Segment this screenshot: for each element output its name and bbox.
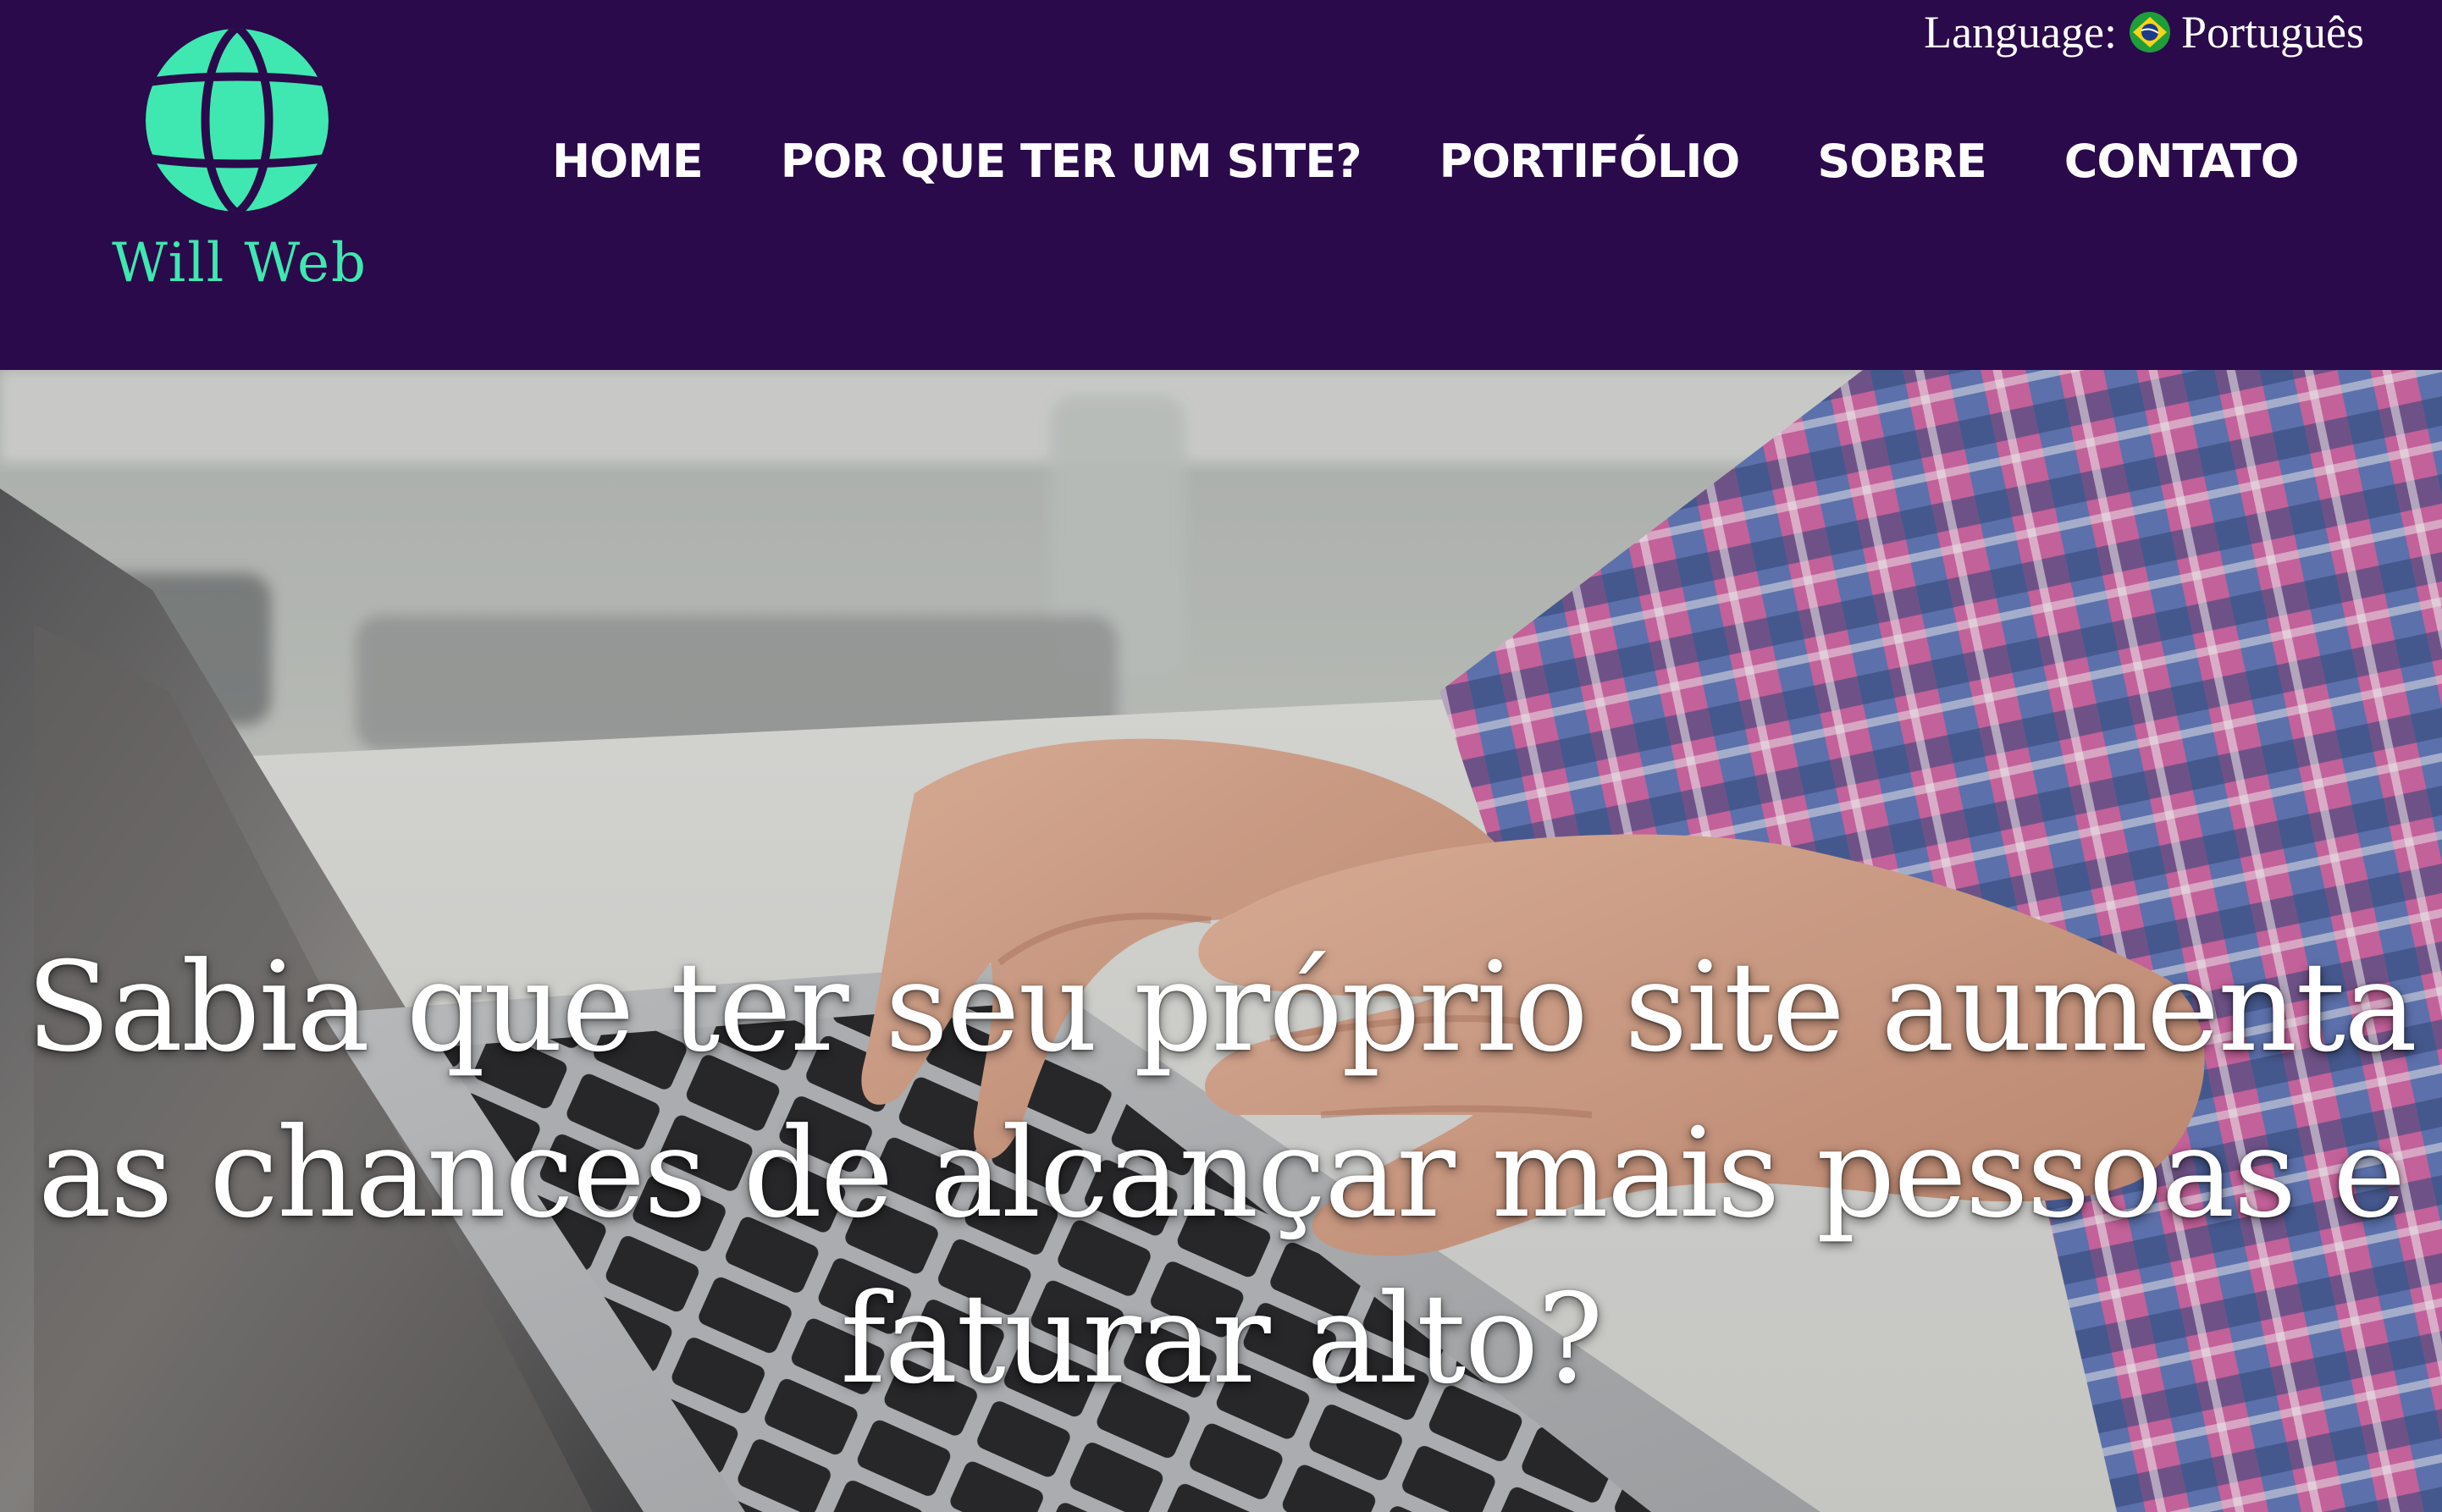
language-label: Language:	[1924, 7, 2117, 58]
language-switcher: Language: Português	[1924, 5, 2364, 59]
language-select[interactable]: Português	[2129, 6, 2364, 58]
nav-why-site[interactable]: POR QUE TER UM SITE?	[781, 135, 1362, 188]
site-header: Will Web Language: Português HOME POR QU…	[0, 0, 2442, 370]
brand-logo-link[interactable]: Will Web	[100, 24, 379, 312]
brand-name: Will Web	[112, 232, 367, 295]
nav-about[interactable]: SOBRE	[1817, 135, 1986, 188]
nav-home[interactable]: HOME	[552, 135, 704, 188]
nav-contact[interactable]: CONTATO	[2064, 135, 2300, 188]
globe-icon	[146, 29, 329, 212]
hero-section: Sabia que ter seu próprio site aumenta a…	[0, 370, 2442, 1512]
main-nav: HOME POR QUE TER UM SITE? PORTIFÓLIO SOB…	[552, 127, 2300, 195]
language-value: Português	[2181, 7, 2364, 58]
nav-portfolio[interactable]: PORTIFÓLIO	[1439, 135, 1741, 188]
brazil-flag-icon	[2130, 12, 2170, 52]
hero-heading: Sabia que ter seu próprio site aumenta a…	[25, 935, 2417, 1411]
